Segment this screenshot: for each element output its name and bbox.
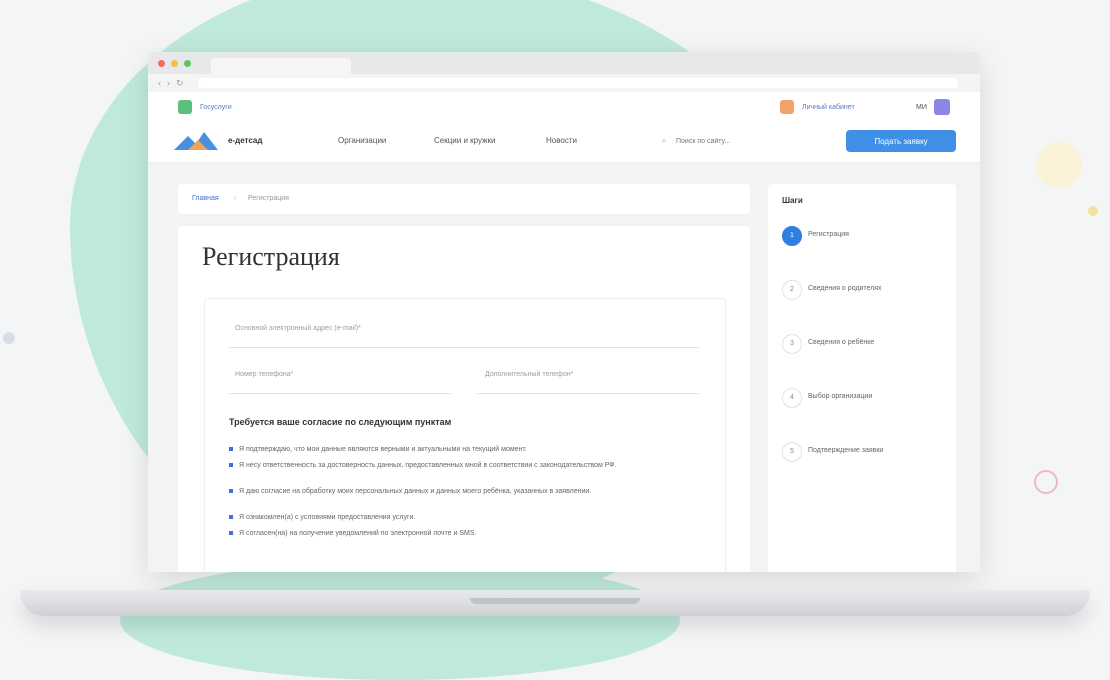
decorative-ring xyxy=(1034,470,1058,494)
steps-panel: Шаги 1 Регистрация 2 Сведения о родителя… xyxy=(768,184,956,572)
step-label: Регистрация xyxy=(808,231,849,238)
bullet-icon xyxy=(229,489,233,494)
consent-item: Я ознакомлен(а) с условиями предоставлен… xyxy=(229,513,699,523)
registration-form: Основной электронный адрес (e-mail)* Ном… xyxy=(204,298,726,572)
extra-phone-field[interactable] xyxy=(477,393,699,394)
reload-icon[interactable]: ↻ xyxy=(176,78,184,89)
submit-application-button[interactable]: Подать заявку xyxy=(846,130,956,152)
search-input[interactable] xyxy=(664,133,806,149)
step-confirmation[interactable]: 5 Подтверждение заявки xyxy=(782,442,952,462)
email-field-label[interactable]: Основной электронный адрес (e-mail)* xyxy=(235,325,361,332)
step-child[interactable]: 3 Сведения о ребёнке xyxy=(782,334,952,354)
breadcrumb-current: Регистрация xyxy=(248,195,289,202)
phone-field[interactable] xyxy=(229,393,451,394)
decorative-circle xyxy=(1088,206,1098,216)
browser-window: ‹ › ↻ Госуслуги Личный кабинет МИ е-детс… xyxy=(148,52,980,572)
nav-sections[interactable]: Секции и кружки xyxy=(434,136,495,145)
step-number: 2 xyxy=(782,280,802,300)
consent-item: Я согласен(на) на получение уведомлений … xyxy=(229,529,699,539)
page-content: Госуслуги Личный кабинет МИ е-детсад Орг… xyxy=(148,92,980,572)
step-label: Сведения о родителях xyxy=(808,285,882,292)
extra-phone-field-label[interactable]: Дополнительный телефон* xyxy=(485,371,573,378)
back-arrow-icon[interactable]: ‹ xyxy=(158,78,161,88)
nav-organizations[interactable]: Организации xyxy=(338,136,386,145)
site-header: е-детсад Организации Секции и кружки Нов… xyxy=(148,122,980,163)
logo-icon[interactable] xyxy=(174,130,224,150)
cabinet-icon xyxy=(780,100,794,114)
step-label: Подтверждение заявки xyxy=(808,447,884,454)
minimize-window-dot[interactable] xyxy=(171,59,178,67)
breadcrumb: Главная › Регистрация xyxy=(178,184,750,214)
breadcrumb-separator: › xyxy=(234,195,237,202)
bullet-icon xyxy=(229,463,233,468)
browser-tab[interactable] xyxy=(211,58,351,74)
step-organization[interactable]: 4 Выбор организации xyxy=(782,388,952,408)
email-field[interactable] xyxy=(229,347,699,348)
close-window-dot[interactable] xyxy=(158,59,165,67)
address-bar[interactable] xyxy=(197,78,958,88)
gosuslugi-icon xyxy=(178,100,192,114)
consent-item: Я несу ответственность за достоверность … xyxy=(229,461,699,471)
step-label: Выбор организации xyxy=(808,393,873,400)
steps-title: Шаги xyxy=(782,196,803,205)
bullet-icon xyxy=(229,531,233,536)
laptop-notch xyxy=(470,598,640,604)
step-registration[interactable]: 1 Регистрация xyxy=(782,226,952,246)
page-title: Регистрация xyxy=(202,242,340,271)
bullet-icon xyxy=(229,447,233,452)
top-strip: Госуслуги Личный кабинет МИ xyxy=(148,92,980,122)
avatar[interactable] xyxy=(934,99,950,115)
consent-item: Я даю согласие на обработку моих персона… xyxy=(229,487,699,497)
nav-news[interactable]: Новости xyxy=(546,136,577,145)
step-label: Сведения о ребёнке xyxy=(808,339,875,346)
step-number: 3 xyxy=(782,334,802,354)
logo-text[interactable]: е-детсад xyxy=(228,136,262,145)
personal-cabinet-link[interactable]: Личный кабинет xyxy=(802,104,855,111)
phone-field-label[interactable]: Номер телефона* xyxy=(235,371,293,378)
step-number: 4 xyxy=(782,388,802,408)
registration-form-card: Регистрация Основной электронный адрес (… xyxy=(178,226,750,572)
breadcrumb-home[interactable]: Главная xyxy=(192,195,219,202)
gosuslugi-link[interactable]: Госуслуги xyxy=(200,104,232,111)
user-initials: МИ xyxy=(916,104,927,111)
browser-toolbar: ‹ › ↻ xyxy=(148,74,980,93)
browser-titlebar xyxy=(148,52,980,74)
step-number: 1 xyxy=(782,226,802,246)
decorative-circle xyxy=(1036,142,1082,188)
consent-item: Я подтверждаю, что мои данные являются в… xyxy=(229,445,699,455)
consent-title: Требуется ваше согласие по следующим пун… xyxy=(229,417,452,427)
background-blob-bottom xyxy=(120,560,680,680)
step-number: 5 xyxy=(782,442,802,462)
maximize-window-dot[interactable] xyxy=(184,59,191,67)
step-parents[interactable]: 2 Сведения о родителях xyxy=(782,280,952,300)
decorative-circle xyxy=(3,332,15,344)
forward-arrow-icon[interactable]: › xyxy=(167,78,170,88)
bullet-icon xyxy=(229,515,233,520)
